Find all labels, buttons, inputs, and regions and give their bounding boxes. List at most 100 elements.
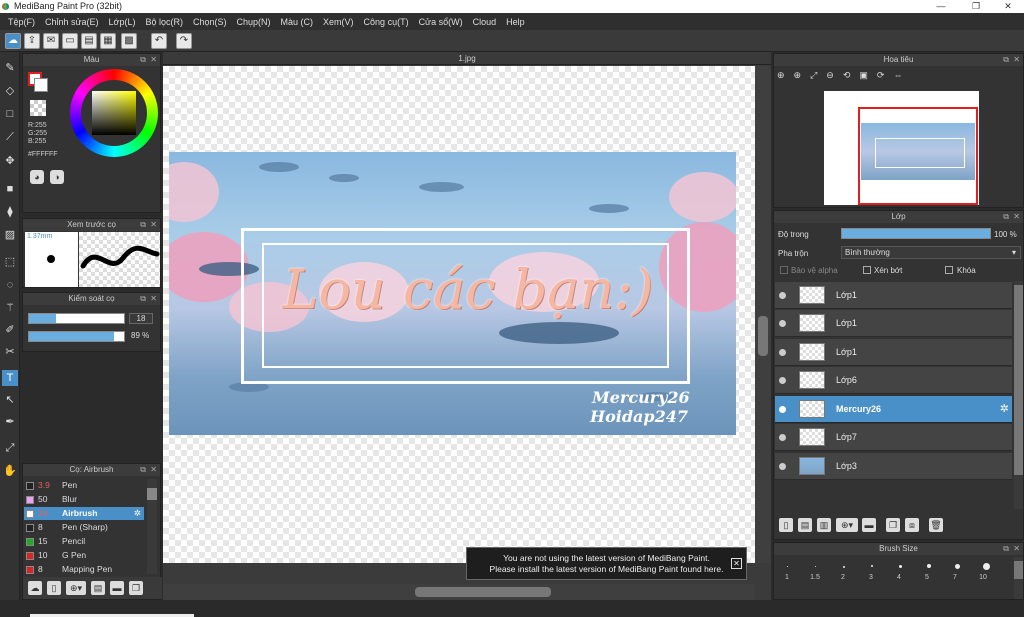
- flip-icon[interactable]: ⇔: [893, 70, 911, 80]
- new-brush-icon[interactable]: ▯: [47, 581, 61, 595]
- visibility-icon[interactable]: [779, 320, 786, 327]
- menu-cloud[interactable]: Cloud: [468, 17, 502, 27]
- brush-item-g-pen[interactable]: 10 G Pen: [24, 549, 144, 562]
- undo-icon[interactable]: ↶: [151, 33, 167, 49]
- size-value[interactable]: 18: [129, 313, 153, 324]
- layer-row[interactable]: Lớp1: [775, 339, 1012, 366]
- brush-size-scrollbar[interactable]: [1014, 557, 1023, 599]
- eyedropper2-icon[interactable]: ⤢: [2, 440, 18, 456]
- menu-capture[interactable]: Chụp(N): [232, 17, 276, 27]
- canvas-vertical-scrollbar[interactable]: [755, 66, 771, 563]
- brush-item-airbrush[interactable]: 18 Airbrush ✲: [24, 507, 144, 520]
- close-panel-icon[interactable]: ✕: [150, 464, 157, 476]
- grid-icon[interactable]: ▦: [100, 33, 116, 49]
- zoom-in-icon[interactable]: ⊕: [794, 70, 811, 80]
- saturation-square[interactable]: [92, 91, 136, 135]
- folder-icon[interactable]: ▬: [862, 518, 876, 532]
- hue-wheel[interactable]: [70, 69, 158, 157]
- brush-item-pen-sharp[interactable]: 8 Pen (Sharp): [24, 521, 144, 534]
- close-panel-icon[interactable]: ✕: [1013, 54, 1020, 66]
- visibility-icon[interactable]: [779, 434, 786, 441]
- eraser-icon[interactable]: ◇: [2, 83, 18, 99]
- select-eraser-icon[interactable]: ✂: [2, 344, 18, 360]
- layer-scrollbar[interactable]: [1014, 281, 1023, 509]
- chat-icon[interactable]: ▭: [62, 33, 78, 49]
- line-icon[interactable]: ⟋: [2, 129, 18, 145]
- layer-row[interactable]: Lớp1: [775, 310, 1012, 337]
- clipping-checkbox[interactable]: [863, 266, 871, 274]
- notice-close-icon[interactable]: ✕: [731, 558, 742, 569]
- rotate-left-icon[interactable]: ⟲: [843, 70, 860, 80]
- bucket-icon[interactable]: ⧫: [2, 204, 18, 220]
- new-8bit-layer-icon[interactable]: ▥: [817, 518, 831, 532]
- zoom-out-icon[interactable]: ⊖: [826, 70, 843, 80]
- minimize-icon[interactable]: —: [927, 0, 955, 13]
- gradient-icon[interactable]: ▨: [2, 227, 18, 243]
- menu-edit[interactable]: Chỉnh sửa(E): [40, 17, 104, 27]
- menu-color[interactable]: Màu (C): [276, 17, 319, 27]
- brush-item-blur[interactable]: 50 Blur: [24, 493, 144, 506]
- zoom-fit-icon[interactable]: ⊕: [777, 70, 794, 80]
- undock-icon[interactable]: ⧉: [140, 54, 146, 66]
- close-panel-icon[interactable]: ✕: [1013, 211, 1020, 223]
- fill-rect-icon[interactable]: ■: [2, 181, 18, 197]
- redo-icon[interactable]: ↷: [176, 33, 192, 49]
- rect-icon[interactable]: □: [2, 106, 18, 122]
- layer-row[interactable]: Lớp7: [775, 424, 1012, 451]
- menu-layer[interactable]: Lớp(L): [104, 17, 141, 27]
- add-brush-dropdown-icon[interactable]: ⊕▾: [66, 581, 86, 595]
- duplicate-layer-icon[interactable]: ❐: [886, 518, 900, 532]
- brush-size-dot[interactable]: [843, 566, 845, 568]
- page-icon[interactable]: ▤: [81, 33, 97, 49]
- lock-checkbox[interactable]: [945, 266, 953, 274]
- brush-list-scrollbar[interactable]: [147, 479, 157, 574]
- new-layer-icon[interactable]: ▯: [779, 518, 793, 532]
- add-layer-dropdown-icon[interactable]: ⊕▾: [836, 518, 858, 532]
- menu-window[interactable]: Cửa sổ(W): [414, 17, 468, 27]
- visibility-icon[interactable]: [779, 463, 786, 470]
- visibility-icon[interactable]: [779, 377, 786, 384]
- navigator-preview[interactable]: [824, 91, 979, 205]
- update-notice[interactable]: You are not using the latest version of …: [466, 547, 747, 580]
- brush-item-pen[interactable]: 3.9 Pen: [24, 479, 144, 492]
- visibility-icon[interactable]: [779, 292, 786, 299]
- hand-icon[interactable]: ✋: [2, 463, 18, 479]
- menu-view[interactable]: Xem(V): [318, 17, 359, 27]
- canvas-horizontal-scrollbar[interactable]: [163, 584, 755, 600]
- select-icon[interactable]: ⬚: [2, 254, 18, 270]
- brush-size-dot[interactable]: [899, 565, 902, 568]
- share-icon[interactable]: ⇪: [24, 33, 40, 49]
- brush-settings-icon[interactable]: ▤: [91, 581, 105, 595]
- brush-size-dot[interactable]: [871, 565, 873, 567]
- color-history-icon[interactable]: ◑: [50, 170, 64, 184]
- gear-icon[interactable]: ✲: [1000, 402, 1009, 415]
- close-panel-icon[interactable]: ✕: [150, 293, 157, 305]
- secondary-color-swatch[interactable]: [34, 78, 48, 92]
- brush-size-dot[interactable]: [955, 564, 960, 569]
- gear-icon[interactable]: ✲: [134, 507, 141, 520]
- cloud-brush-icon[interactable]: ☁: [28, 581, 42, 595]
- blend-mode-select[interactable]: Bình thường ▾: [841, 246, 1021, 259]
- protect-alpha-checkbox[interactable]: [780, 266, 788, 274]
- menu-help[interactable]: Help: [501, 17, 530, 27]
- close-panel-icon[interactable]: ✕: [150, 54, 157, 66]
- menu-select[interactable]: Chọn(S): [188, 17, 232, 27]
- menu-file[interactable]: Tệp(F): [3, 17, 40, 27]
- visibility-icon[interactable]: [779, 406, 786, 413]
- new-halftone-layer-icon[interactable]: ▤: [798, 518, 812, 532]
- eyedropper-icon[interactable]: ✒: [2, 414, 18, 430]
- merge-layer-icon[interactable]: ⧈: [905, 518, 919, 532]
- layer-row[interactable]: Lớp1: [775, 282, 1012, 309]
- brush-size-dot[interactable]: [983, 563, 990, 570]
- rotate-right-icon[interactable]: ⟳: [877, 70, 894, 80]
- palette-icon[interactable]: ◕: [30, 170, 44, 184]
- close-panel-icon[interactable]: ✕: [1013, 543, 1020, 555]
- undock-icon[interactable]: ⧉: [1003, 211, 1009, 223]
- undock-icon[interactable]: ⧉: [1003, 54, 1009, 66]
- undock-icon[interactable]: ⧉: [1003, 543, 1009, 555]
- transparent-color-icon[interactable]: [30, 100, 46, 116]
- menu-filter[interactable]: Bộ lọc(R): [140, 17, 188, 27]
- lasso-icon[interactable]: ◌: [2, 277, 18, 293]
- visibility-icon[interactable]: [779, 349, 786, 356]
- actual-size-icon[interactable]: ▣: [859, 70, 877, 80]
